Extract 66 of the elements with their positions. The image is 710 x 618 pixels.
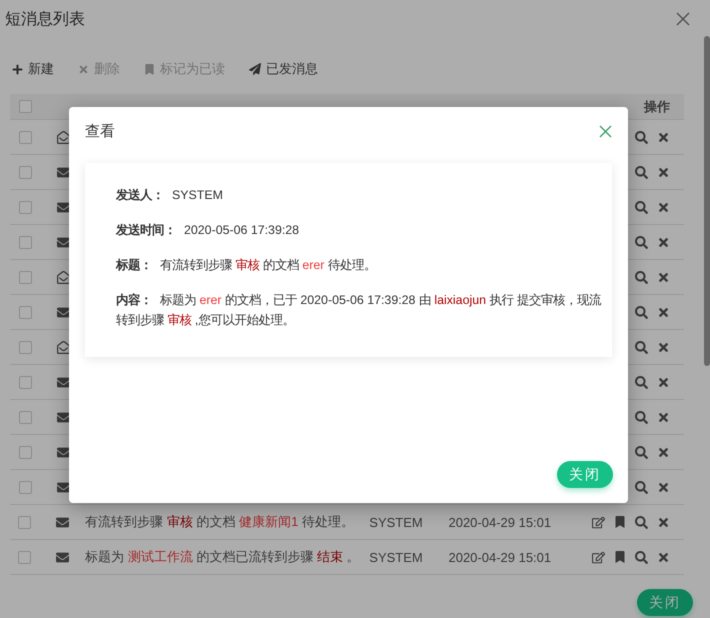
table-cell: SYSTEM xyxy=(369,550,423,564)
field-text: 标题： 有流转到步骤 审核 的文档 erer 待处理。 xyxy=(116,257,377,274)
delete-icon[interactable] xyxy=(657,200,670,214)
checkbox[interactable] xyxy=(18,306,32,318)
search-icon[interactable] xyxy=(635,306,648,318)
x-icon xyxy=(78,64,89,74)
column-header: 操作 xyxy=(644,98,670,116)
search-icon[interactable] xyxy=(635,166,648,178)
delete-icon[interactable] xyxy=(657,166,670,178)
checkbox[interactable] xyxy=(18,200,32,214)
edit-icon[interactable] xyxy=(592,550,605,564)
delete-icon[interactable] xyxy=(657,340,670,354)
search-icon[interactable] xyxy=(635,270,648,284)
delete-icon[interactable] xyxy=(657,236,670,248)
checkbox[interactable] xyxy=(18,410,32,424)
message-title[interactable]: 有流转到步骤 审核 的文档 健康新闻1 待处理。 xyxy=(85,514,354,529)
dialog-title: 查看 xyxy=(85,122,115,140)
search-icon[interactable] xyxy=(635,376,648,388)
checkbox[interactable] xyxy=(18,340,32,354)
search-icon[interactable] xyxy=(635,130,648,144)
checkbox[interactable] xyxy=(18,166,32,178)
checkbox[interactable] xyxy=(18,446,32,458)
delete-icon[interactable] xyxy=(657,306,670,318)
search-icon[interactable] xyxy=(635,200,648,214)
delete-icon[interactable] xyxy=(657,516,670,528)
checkbox[interactable] xyxy=(18,376,32,388)
search-icon[interactable] xyxy=(635,480,648,494)
bookmark-icon[interactable] xyxy=(614,516,626,528)
search-icon[interactable] xyxy=(635,550,648,564)
close-icon[interactable] xyxy=(676,12,690,26)
delete-icon[interactable] xyxy=(657,130,670,144)
search-icon[interactable] xyxy=(635,516,648,528)
field-text: 发送人： SYSTEM xyxy=(116,187,224,204)
delete-icon[interactable] xyxy=(657,270,670,284)
sent-button[interactable]: 已发消息 xyxy=(249,60,318,78)
search-icon[interactable] xyxy=(635,446,648,458)
field-text: 发送时间： 2020-05-06 17:39:28 xyxy=(116,222,300,239)
checkbox[interactable] xyxy=(18,270,32,284)
table-cell: 2020-04-29 15:01 xyxy=(448,550,552,564)
delete-icon[interactable] xyxy=(657,410,670,424)
window-title: 短消息列表 xyxy=(5,10,85,30)
table-cell: 2020-04-29 15:01 xyxy=(448,514,552,530)
search-icon[interactable] xyxy=(635,340,648,354)
field-text: 内容： 标题为 erer 的文档，已于 2020-05-06 17:39:28 由 laixiaojun 执行 提交审核，现流转到步骤 审核 ,您可以开始处理。 xyxy=(116,292,602,329)
scrollbar[interactable] xyxy=(704,36,710,366)
bookmark-icon xyxy=(144,64,155,74)
checkbox[interactable] xyxy=(18,100,32,113)
checkbox[interactable] xyxy=(18,516,32,528)
new-button[interactable]: 新建 xyxy=(12,60,54,78)
checkbox[interactable] xyxy=(18,236,32,248)
delete-icon[interactable] xyxy=(657,376,670,388)
table-cell: SYSTEM xyxy=(369,514,423,530)
close-icon[interactable] xyxy=(599,124,612,138)
checkbox[interactable] xyxy=(18,480,32,494)
delete-icon[interactable] xyxy=(657,550,670,564)
search-icon[interactable] xyxy=(635,236,648,248)
bookmark-icon[interactable] xyxy=(614,550,626,564)
checkbox[interactable] xyxy=(18,130,32,144)
checkbox[interactable] xyxy=(18,550,32,564)
delete-icon[interactable] xyxy=(657,480,670,494)
edit-icon[interactable] xyxy=(592,516,605,528)
delete-icon[interactable] xyxy=(657,446,670,458)
message-title[interactable]: 标题为 测试工作流 的文档已流转到步骤 结束 。 xyxy=(85,549,360,564)
search-icon[interactable] xyxy=(635,410,648,424)
paper-plane-icon xyxy=(249,63,261,75)
plus-icon xyxy=(12,64,23,74)
